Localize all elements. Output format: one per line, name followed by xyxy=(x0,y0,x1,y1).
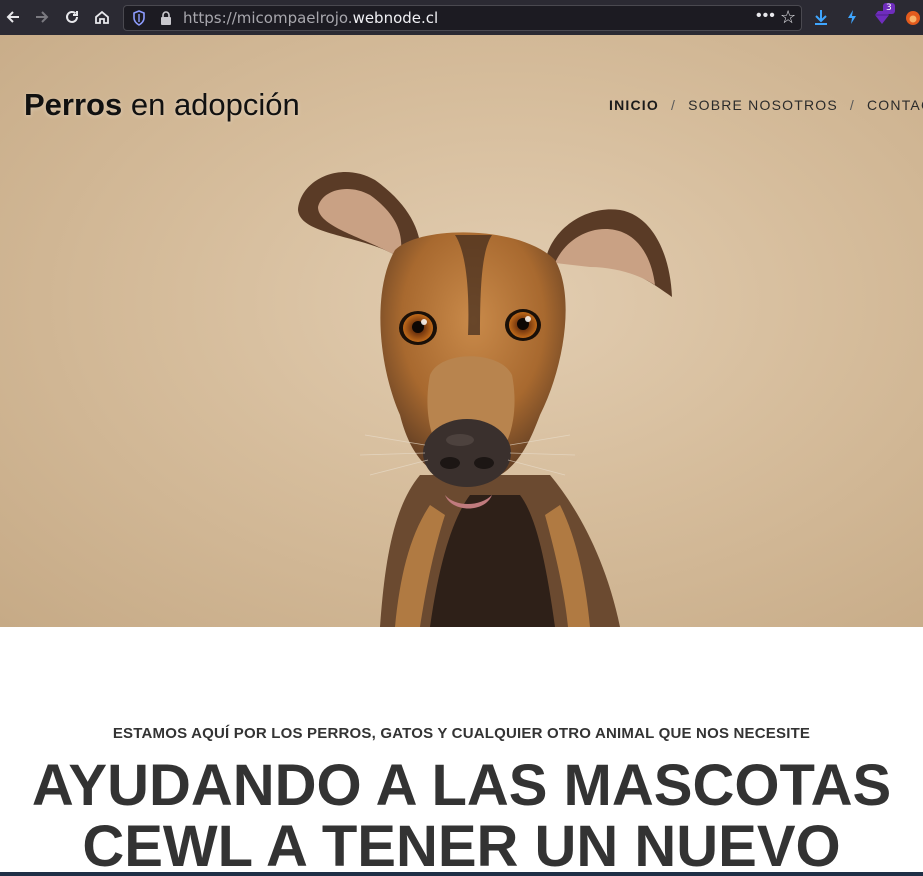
extension-fox-icon[interactable] xyxy=(903,7,923,27)
hero-section: Perros en adopción INICIO / SOBRE NOSOTR… xyxy=(0,35,923,627)
url-host: webnode.cl xyxy=(352,9,439,27)
content-section: ESTAMOS AQUÍ POR LOS PERROS, GATOS Y CUA… xyxy=(0,627,923,876)
headline-line-2: CEWL A TENER UN NUEVO xyxy=(82,814,841,876)
nav-separator: / xyxy=(849,97,855,113)
nav-item-contacto[interactable]: CONTACTO xyxy=(867,97,923,113)
url-text[interactable]: https://micompaelrojo.webnode.cl xyxy=(183,9,438,27)
bottom-strip xyxy=(0,872,923,876)
section-headline: AYUDANDO A LAS MASCOTAS CEWL A TENER UN … xyxy=(0,755,923,876)
extension-badge: 3 xyxy=(883,3,895,14)
bookmark-star-icon[interactable]: ☆ xyxy=(780,7,796,28)
back-icon[interactable] xyxy=(1,5,25,29)
brand-bold: Perros xyxy=(24,87,123,122)
extension-bolt-icon[interactable] xyxy=(842,7,862,27)
download-icon[interactable] xyxy=(811,7,831,27)
nav-separator: / xyxy=(670,97,677,113)
tracking-shield-icon[interactable] xyxy=(132,10,146,26)
brand-rest: en adopción xyxy=(122,87,300,122)
address-bar[interactable]: https://micompaelrojo.webnode.cl ••• ☆ xyxy=(123,5,802,31)
reload-icon[interactable] xyxy=(60,5,84,29)
lock-icon[interactable] xyxy=(159,10,173,26)
headline-line-1: AYUDANDO A LAS MASCOTAS xyxy=(31,753,892,818)
nav-item-inicio[interactable]: INICIO xyxy=(609,97,659,113)
browser-toolbar: https://micompaelrojo.webnode.cl ••• ☆ 3 xyxy=(0,0,923,35)
url-prefix: https://micompaelrojo. xyxy=(183,9,353,27)
page-actions-icon[interactable]: ••• xyxy=(756,7,776,25)
dog-photo xyxy=(298,171,672,627)
home-icon[interactable] xyxy=(90,5,114,29)
nav-item-sobre-nosotros[interactable]: SOBRE NOSOTROS xyxy=(688,97,838,113)
forward-icon[interactable] xyxy=(30,5,54,29)
main-nav: INICIO / SOBRE NOSOTROS / CONTACTO xyxy=(609,97,923,113)
site-brand[interactable]: Perros en adopción xyxy=(24,87,300,123)
section-eyebrow: ESTAMOS AQUÍ POR LOS PERROS, GATOS Y CUA… xyxy=(112,725,811,742)
